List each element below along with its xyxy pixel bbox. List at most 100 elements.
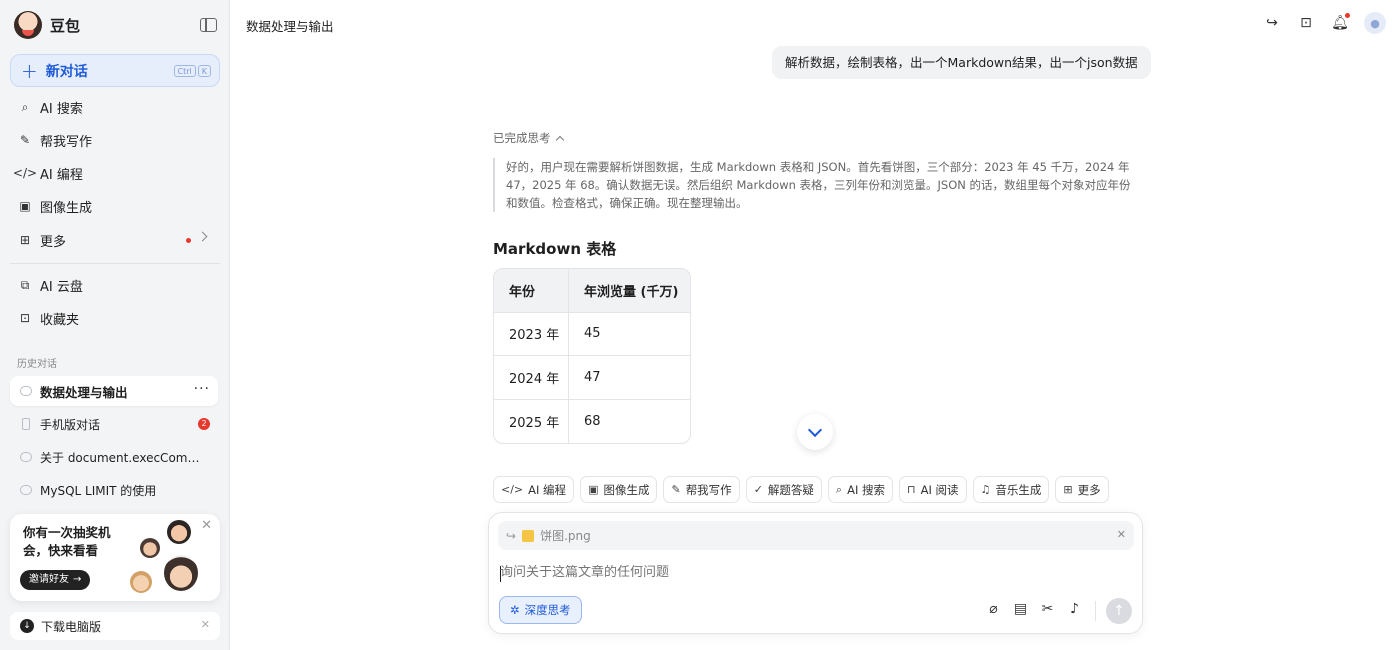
close-icon[interactable]: ✕	[201, 618, 210, 631]
table-cell: 45	[569, 313, 690, 356]
tool-chip-label: 图像生成	[603, 482, 650, 497]
brand[interactable]: 豆包	[14, 11, 80, 39]
book-icon: ⊓	[907, 483, 916, 496]
table-cell: 47	[569, 356, 690, 400]
image-upload-icon[interactable]: ▤	[1013, 601, 1028, 617]
data-table: 年份 年浏览量 (千万) 2023 年 45 2024 年 47 2025 年 …	[493, 268, 691, 444]
promo-title: 你有一次抽奖机会，快来看看	[23, 525, 111, 558]
notification-dot	[1345, 13, 1350, 18]
tool-chip-label: AI 阅读	[920, 482, 959, 497]
sidebar-item-label: AI 云盘	[40, 279, 83, 295]
shortcut-hint: Ctrl K	[173, 65, 211, 77]
sidebar-toggle-icon[interactable]	[200, 18, 217, 32]
tool-chip-label: 音乐生成	[995, 482, 1042, 497]
tool-chip-more[interactable]: ⊞ 更多	[1055, 476, 1109, 503]
history-item-title: 手机版对话	[40, 417, 101, 432]
search-icon: ⌕	[835, 482, 843, 496]
lottery-promo-card[interactable]: 你有一次抽奖机会，快来看看 邀请好友 → ✕	[10, 514, 220, 601]
tool-chip-coding[interactable]: </> AI 编程	[493, 476, 575, 503]
tool-chip-label: 解题答疑	[767, 482, 814, 497]
brand-name: 豆包	[50, 16, 81, 35]
thinking-label: 已完成思考	[493, 131, 551, 145]
table-cell: 2023 年	[494, 312, 569, 356]
shortcut-key-ctrl: Ctrl	[173, 65, 196, 77]
user-avatar[interactable]: ●	[1364, 12, 1386, 34]
paperclip-icon[interactable]: ⌀	[986, 601, 1001, 617]
history-item[interactable]: 关于 document.execCommand ...	[10, 442, 218, 472]
close-icon[interactable]: ✕	[1117, 528, 1126, 541]
solve-icon: ✓	[753, 483, 763, 496]
composer-actions: ⌀ ▤ ✂ ♪	[986, 601, 1082, 617]
table-row: 2024 年 47	[494, 356, 690, 400]
search-icon: ⌕	[21, 99, 29, 114]
conversation-title: 数据处理与输出	[246, 19, 334, 34]
history-item-active[interactable]: 数据处理与输出 ···	[10, 376, 218, 406]
chat-bubble-icon	[20, 485, 32, 495]
avatar-illustration	[140, 538, 160, 558]
chat-bubble-icon	[20, 452, 32, 462]
send-button[interactable]: ↑	[1106, 598, 1132, 624]
scissors-icon[interactable]: ✂	[1040, 601, 1055, 617]
tool-chip-solve[interactable]: ✓ 解题答疑	[745, 476, 822, 503]
sidebar-item-favorites[interactable]: ⊡ 收藏夹	[18, 307, 79, 329]
reply-arrow-icon: ↪	[506, 528, 517, 543]
invite-friends-button[interactable]: 邀请好友 →	[20, 570, 91, 590]
message-composer: ↪ 饼图.png ✕ ✲ 深度思考 ⌀ ▤ ✂ ♪ ↑	[488, 512, 1143, 634]
sidebar-item-writing[interactable]: ✎ 帮我写作	[18, 129, 92, 151]
phone-icon	[22, 418, 30, 430]
sidebar-item-cloud-drive[interactable]: ⧉ AI 云盘	[18, 274, 83, 296]
close-icon[interactable]: ✕	[201, 518, 212, 533]
shortcut-key-k: K	[197, 65, 211, 77]
plus-icon: +	[21, 58, 38, 83]
download-label: 下载电脑版	[41, 619, 102, 634]
scroll-to-bottom-button[interactable]	[797, 414, 833, 450]
table-header: 年浏览量 (千万)	[569, 269, 690, 313]
sidebar-item-label: AI 搜索	[40, 101, 83, 117]
tool-chip-label: 帮我写作	[685, 482, 732, 497]
sidebar-item-label: AI 编程	[40, 167, 83, 183]
cloud-drive-icon: ⧉	[20, 277, 30, 292]
invite-friends-label: 邀请好友	[29, 574, 69, 585]
header: 数据处理与输出 ↪ ⊡ 🔔︎ ●	[230, 0, 1400, 48]
sidebar-item-more[interactable]: ⊞ 更多	[18, 229, 66, 251]
more-options-icon[interactable]: ···	[194, 382, 210, 396]
chevron-right-icon	[197, 231, 208, 242]
divider	[1095, 601, 1096, 621]
brand-avatar	[14, 11, 42, 39]
pen-icon: ✎	[671, 483, 681, 496]
deep-think-toggle[interactable]: ✲ 深度思考	[499, 596, 582, 624]
tool-chip-image-gen[interactable]: ▣ 图像生成	[580, 476, 658, 503]
bell-icon[interactable]: 🔔︎	[1330, 13, 1350, 33]
music-icon: ♫	[980, 483, 991, 496]
thinking-toggle[interactable]: 已完成思考	[493, 130, 564, 146]
image-file-icon	[522, 529, 535, 542]
tool-chip-search[interactable]: ⌕ AI 搜索	[827, 476, 893, 503]
download-icon: ↓	[20, 619, 34, 633]
new-chat-label: 新对话	[45, 63, 88, 80]
chevron-up-icon	[555, 135, 564, 144]
new-chat-button[interactable]: + 新对话 Ctrl K	[10, 54, 220, 87]
share-icon[interactable]: ↪	[1262, 13, 1282, 33]
divider	[10, 263, 220, 264]
sidebar-item-image-gen[interactable]: ▣ 图像生成	[18, 195, 92, 217]
sidebar-item-label: 帮我写作	[40, 134, 93, 150]
sidebar-item-coding[interactable]: </> AI 编程	[12, 162, 83, 184]
history-item[interactable]: 手机版对话 2	[10, 409, 218, 439]
tool-chip-label: AI 搜索	[847, 482, 885, 497]
unread-badge: 2	[198, 418, 210, 430]
save-icon[interactable]: ⊡	[1296, 13, 1316, 33]
microphone-icon[interactable]: ♪	[1067, 601, 1082, 617]
code-icon: </>	[12, 166, 38, 180]
download-desktop-button[interactable]: ↓ 下载电脑版 ✕	[10, 612, 220, 640]
history-item[interactable]: MySQL LIMIT 的使用	[10, 475, 218, 505]
table-cell: 2025 年	[494, 399, 569, 443]
tool-chip-label: 更多	[1077, 482, 1101, 497]
sidebar-item-ai-search[interactable]: ⌕ AI 搜索	[18, 96, 83, 118]
tool-chip-music[interactable]: ♫ 音乐生成	[972, 476, 1050, 503]
table-row: 2023 年 45	[494, 312, 690, 356]
header-actions: ↪ ⊡ 🔔︎ ●	[1262, 12, 1386, 34]
tool-chip-reading[interactable]: ⊓ AI 阅读	[899, 476, 967, 503]
pen-icon: ✎	[19, 133, 31, 147]
tool-chip-writing[interactable]: ✎ 帮我写作	[663, 476, 740, 503]
message-input[interactable]	[500, 565, 1000, 580]
